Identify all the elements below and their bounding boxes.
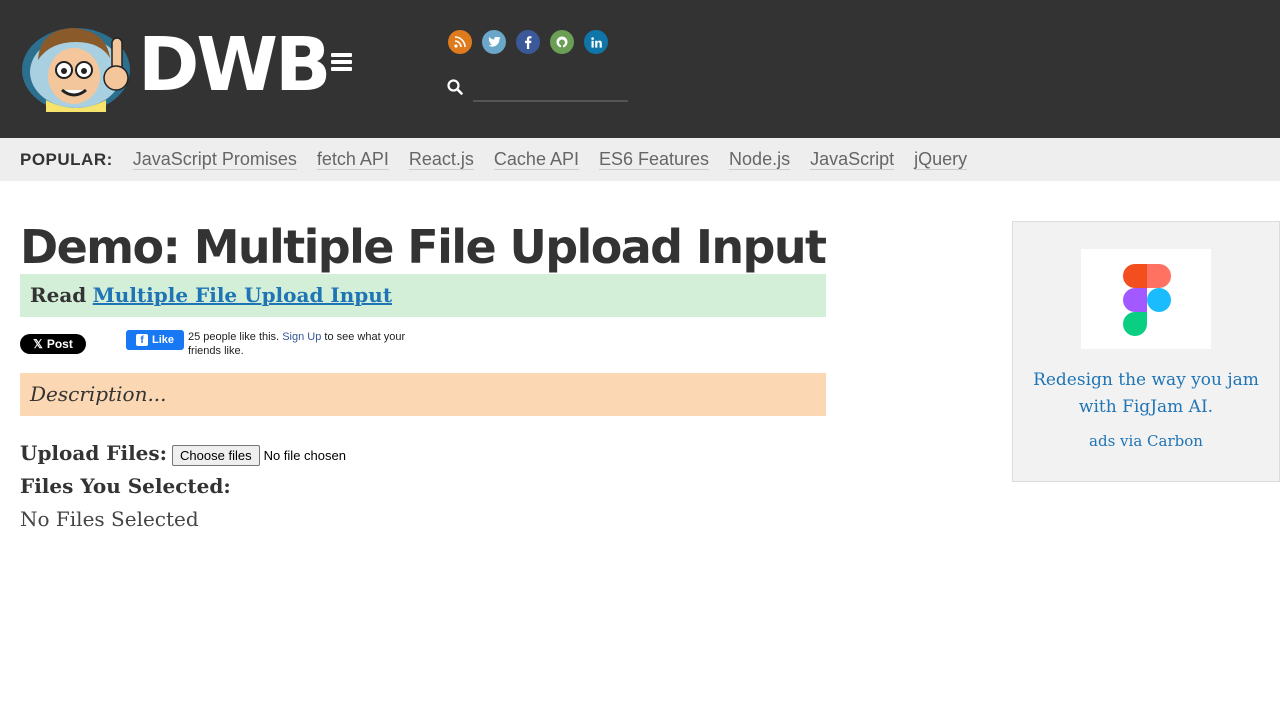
files-selected-label: Files You Selected: (20, 474, 231, 498)
ad-text-link[interactable]: Redesign the way you jam with FigJam AI. (1023, 367, 1269, 421)
facebook-icon[interactable] (516, 30, 540, 54)
search-icon[interactable] (447, 79, 463, 95)
linkedin-icon[interactable] (584, 30, 608, 54)
popular-bar: POPULAR: JavaScript Promises fetch API R… (0, 138, 1280, 181)
upload-row: Upload Files: Choose files No file chose… (20, 440, 346, 466)
read-article-box: Read Multiple File Upload Input (20, 274, 826, 317)
popular-link-jquery[interactable]: jQuery (914, 149, 968, 170)
x-logo-icon: 𝕏 (33, 337, 43, 351)
popular-link-cache-api[interactable]: Cache API (493, 149, 579, 170)
fb-signup-link[interactable]: Sign Up (282, 331, 321, 343)
popular-link-javascript-promises[interactable]: JavaScript Promises (132, 149, 297, 170)
facebook-like-label: Like (151, 334, 174, 346)
twitter-icon[interactable] (482, 30, 506, 54)
site-header: DWB (0, 0, 1280, 138)
fb-like-count: 25 people like this. (188, 331, 280, 343)
facebook-f-icon: f (135, 334, 148, 346)
upload-label: Upload Files: (20, 441, 168, 465)
x-post-button[interactable]: 𝕏 Post (20, 334, 86, 354)
carbon-ad: Redesign the way you jam with FigJam AI.… (1012, 221, 1280, 482)
facebook-like-text: 25 people like this. Sign Up to see what… (188, 330, 418, 354)
github-icon[interactable] (550, 30, 574, 54)
popular-link-es6-features[interactable]: ES6 Features (598, 149, 710, 170)
x-post-label: Post (46, 337, 73, 351)
rss-icon[interactable] (448, 30, 472, 54)
description-box: Description... (20, 373, 826, 416)
facebook-like-button[interactable]: f Like (126, 330, 184, 350)
popular-link-reactjs[interactable]: React.js (408, 149, 474, 170)
files-selected-value: No Files Selected (20, 507, 199, 531)
file-chosen-status: No file chosen (263, 447, 346, 463)
page-title: Demo: Multiple File Upload Input (20, 220, 827, 274)
ad-image[interactable] (1081, 249, 1211, 349)
ads-via-carbon-link[interactable]: ads via Carbon (1023, 432, 1269, 450)
site-brand[interactable]: DWB (138, 22, 331, 108)
logo-mascot-icon[interactable] (20, 20, 138, 112)
popular-label: POPULAR: (20, 149, 113, 169)
social-links (448, 30, 608, 54)
choose-files-button[interactable]: Choose files (172, 444, 260, 466)
menu-hamburger-icon[interactable] (331, 53, 353, 73)
read-prefix: Read (30, 283, 87, 307)
popular-link-nodejs[interactable]: Node.js (729, 149, 791, 170)
popular-link-fetch-api[interactable]: fetch API (316, 149, 389, 170)
popular-link-javascript[interactable]: JavaScript (810, 149, 895, 170)
figma-logo-icon (1123, 264, 1171, 336)
search-input[interactable] (473, 76, 628, 102)
read-article-link[interactable]: Multiple File Upload Input (93, 283, 392, 307)
